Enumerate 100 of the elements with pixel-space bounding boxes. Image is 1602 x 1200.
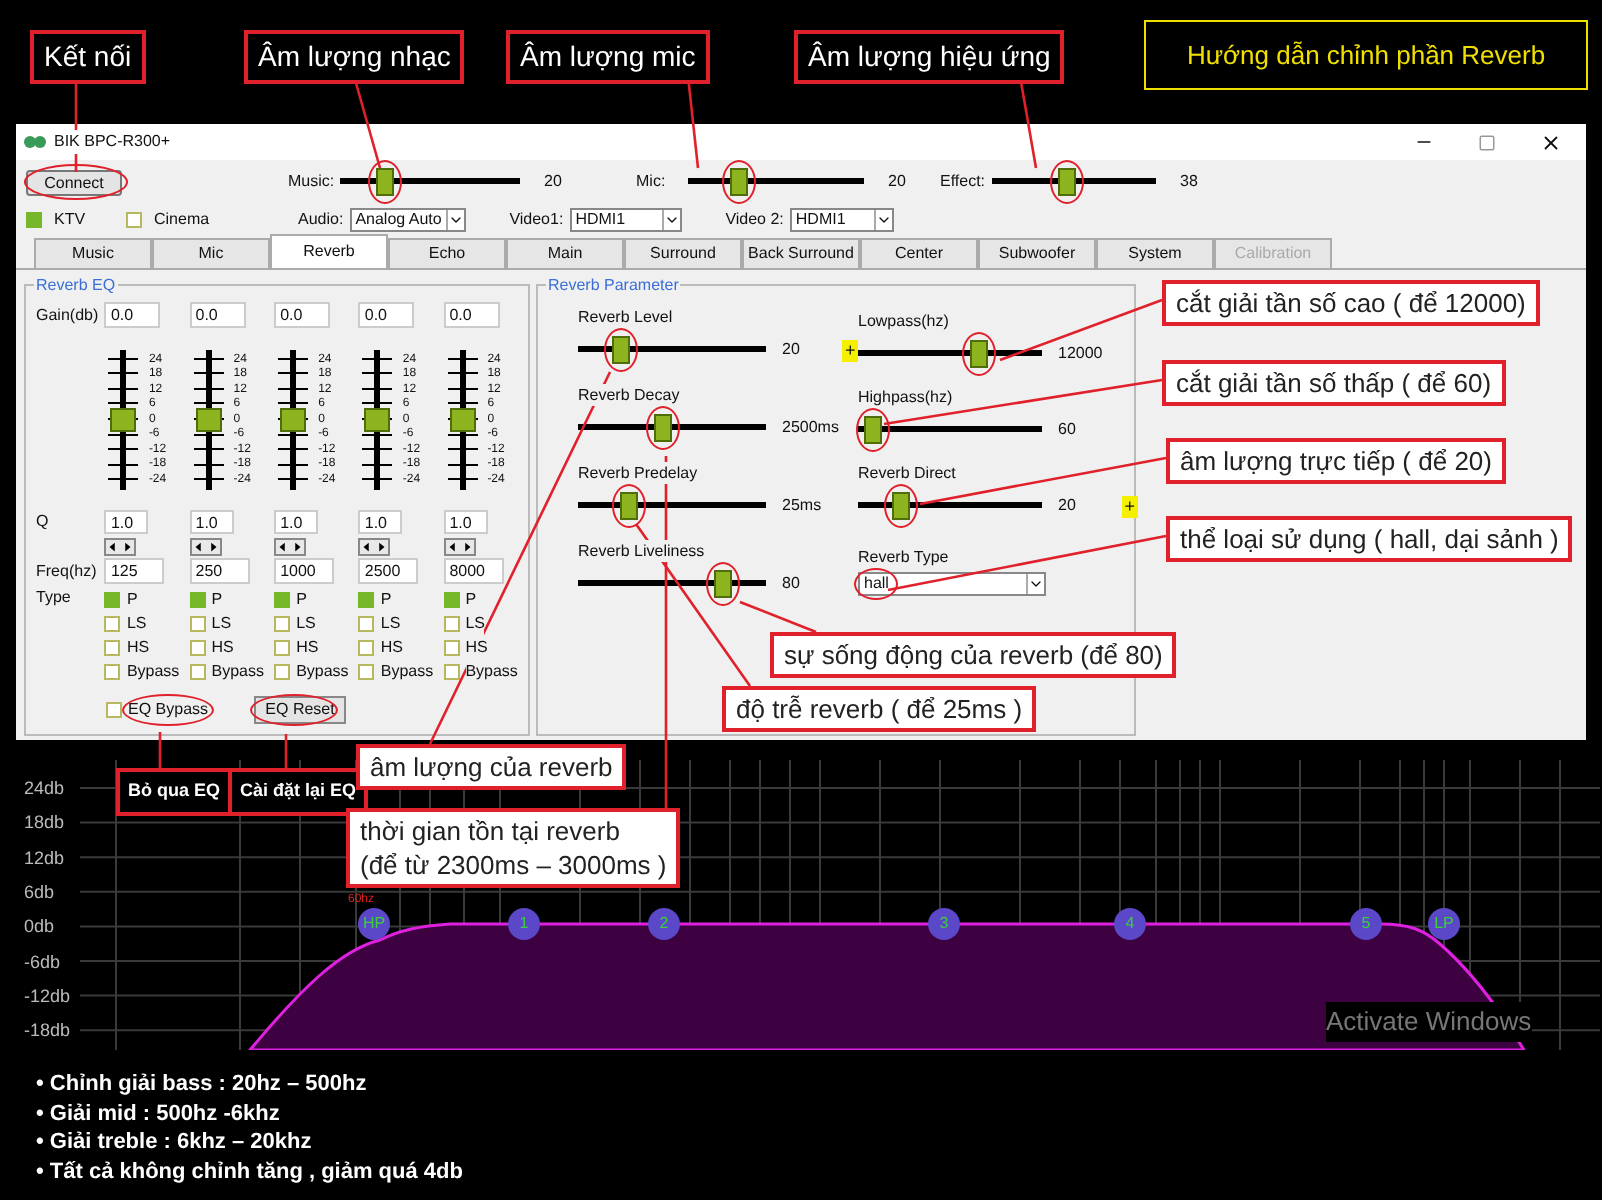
slider-thumb[interactable] [1057,168,1076,196]
slider-thumb[interactable] [654,414,673,442]
left-arrow-icon [445,539,460,553]
parameter-value: 20 [782,338,802,362]
parameter-slider[interactable] [578,484,766,528]
note-text: • Chỉnh giải bass : 20hz – 500hz [36,1070,369,1099]
close-icon[interactable] [1540,131,1562,153]
q-field[interactable]: 1.0 [358,510,403,534]
checkbox[interactable] [104,616,121,632]
tab[interactable]: Subwoofer [978,238,1096,268]
volume-slider[interactable] [992,160,1156,204]
q-field[interactable]: 1.0 [189,510,234,534]
frequency-field[interactable]: 250 [189,558,250,584]
checkbox[interactable] [358,664,375,680]
slider-thumb[interactable] [110,407,137,431]
dropdown-arrow-icon [445,210,464,230]
spin-buttons[interactable] [274,537,307,555]
callout-label: Cài đặt lại EQ [228,768,369,815]
tab[interactable]: Music [34,238,152,268]
connect-button[interactable]: Connect [26,169,122,195]
checkbox[interactable] [443,616,460,632]
dropdown[interactable]: HDMI1 [569,208,682,232]
parameter-slider[interactable] [858,408,1042,452]
checkbox[interactable] [126,212,142,228]
spin-buttons[interactable] [189,537,222,555]
slider-thumb[interactable] [969,340,988,368]
checkbox[interactable] [26,212,42,228]
tab[interactable]: Reverb [270,234,388,268]
checkbox[interactable] [189,592,206,608]
checkbox[interactable] [189,616,206,632]
frequency-field[interactable]: 1000 [274,558,335,584]
spin-buttons[interactable] [443,537,476,555]
slider-thumb[interactable] [891,492,910,520]
parameter-slider[interactable] [858,484,1042,528]
slider-thumb[interactable] [620,492,639,520]
type-label: Type [36,586,73,610]
volume-slider[interactable] [340,160,520,204]
checkbox[interactable] [358,640,375,656]
eq-reset-button[interactable]: EQ Reset [254,696,346,724]
tab[interactable]: System [1096,238,1214,268]
tab[interactable]: Mic [152,238,270,268]
spin-buttons[interactable] [358,537,391,555]
frequency-field[interactable]: 8000 [443,558,504,584]
gain-slider[interactable] [189,349,230,489]
tab[interactable]: Back Surround [742,238,860,268]
gain-field[interactable]: 0.0 [358,302,415,328]
checkbox[interactable] [443,592,460,608]
slider-thumb[interactable] [729,168,748,196]
checkbox[interactable] [104,664,121,680]
tab[interactable]: Surround [624,238,742,268]
checkbox[interactable] [274,640,291,656]
gain-field[interactable]: 0.0 [104,302,161,328]
checkbox[interactable] [274,664,291,680]
gain-field[interactable]: 0.0 [274,302,331,328]
plus-button[interactable]: + [842,339,858,361]
right-arrow-icon [290,539,305,553]
checkbox[interactable] [358,592,375,608]
frequency-field[interactable]: 2500 [358,558,419,584]
dropdown[interactable]: HDMI1 [789,208,894,232]
checkbox[interactable] [274,616,291,632]
checkbox[interactable] [104,640,121,656]
checkbox[interactable] [106,702,122,718]
parameter-slider[interactable] [578,328,766,372]
checkbox[interactable] [274,592,291,608]
gain-field[interactable]: 0.0 [189,302,246,328]
parameter-slider[interactable] [858,332,1042,376]
checkbox[interactable] [189,640,206,656]
axis-label: 6db [24,881,55,902]
maximize-icon[interactable] [1478,133,1496,151]
frequency-field[interactable]: 125 [104,558,165,584]
mode-label: KTV [54,208,86,232]
slider-thumb[interactable] [612,336,630,364]
slider-thumb[interactable] [449,407,476,431]
slider-thumb[interactable] [714,570,732,598]
checkbox[interactable] [443,640,460,656]
checkbox[interactable] [358,616,375,632]
q-field[interactable]: 1.0 [443,510,488,534]
axis-label: -6db [24,951,61,971]
q-field[interactable]: 1.0 [104,510,149,534]
dropdown[interactable]: Analog Auto [349,208,466,232]
slider-thumb[interactable] [280,407,307,431]
slider-thumb[interactable] [375,168,394,196]
tab[interactable]: Center [860,238,978,268]
checkbox[interactable] [104,592,121,608]
dropdown[interactable]: hall [858,572,1046,596]
checkbox[interactable] [443,664,460,680]
slider-thumb[interactable] [195,407,222,431]
spin-buttons[interactable] [104,537,137,555]
plus-button[interactable]: + [1121,495,1138,517]
volume-slider[interactable] [688,160,864,204]
q-field[interactable]: 1.0 [274,510,319,534]
parameter-slider[interactable] [578,562,766,606]
parameter-slider[interactable] [578,406,766,450]
parameter-label: Reverb Predelay [578,462,698,484]
tab[interactable]: Main [506,238,624,268]
gain-field[interactable]: 0.0 [443,302,500,328]
slider-thumb[interactable] [864,416,883,444]
tab[interactable]: Echo [388,238,506,268]
checkbox[interactable] [189,664,206,680]
slider-thumb[interactable] [364,407,391,431]
